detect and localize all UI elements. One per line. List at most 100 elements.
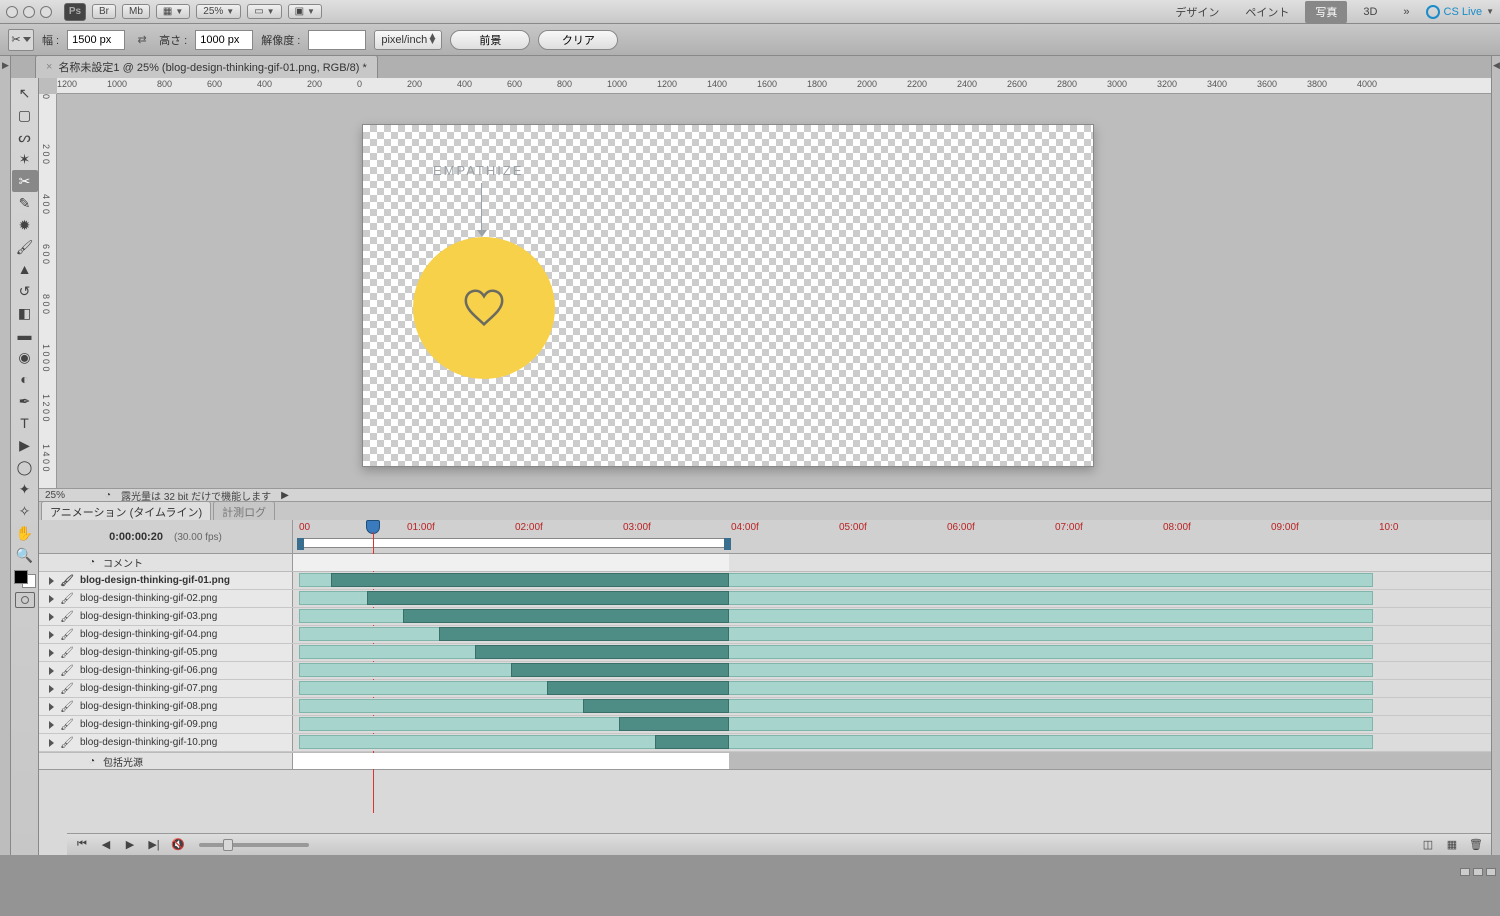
view-extras-menu[interactable]: ▦▼ xyxy=(156,4,190,19)
shape-tool[interactable]: ◯ xyxy=(12,456,38,478)
disclosure-icon[interactable] xyxy=(49,649,54,657)
resolution-input[interactable] xyxy=(308,30,366,50)
spot-heal-tool[interactable]: ✹ xyxy=(12,214,38,236)
clip-dark[interactable] xyxy=(511,663,729,677)
disclosure-icon[interactable] xyxy=(49,721,54,729)
cs-live-button[interactable]: CS Live▼ xyxy=(1426,5,1494,19)
timeline-timecode[interactable]: 0:00:00:20 xyxy=(109,531,163,543)
timeline-track[interactable]: 🖌blog-design-thinking-gif-10.png xyxy=(39,734,1491,752)
status-more-icon[interactable]: ▶ xyxy=(281,490,289,501)
clip-light[interactable] xyxy=(299,699,1373,713)
arrange-docs-menu[interactable]: ▭▼ xyxy=(247,4,281,19)
workspace-more[interactable]: » xyxy=(1393,3,1419,21)
bridge-button[interactable]: Br xyxy=(92,4,116,19)
play-button[interactable]: ▶ xyxy=(121,837,139,853)
clip-dark[interactable] xyxy=(475,645,729,659)
workspace-3d[interactable]: 3D xyxy=(1353,3,1387,21)
disclosure-icon[interactable] xyxy=(49,577,54,585)
clip-dark[interactable] xyxy=(331,573,729,587)
close-dot[interactable] xyxy=(6,6,18,18)
timeline-track[interactable]: 🖌blog-design-thinking-gif-03.png xyxy=(39,608,1491,626)
timeline-track[interactable]: 🖌blog-design-thinking-gif-09.png xyxy=(39,716,1491,734)
timeline-track[interactable]: 🖌blog-design-thinking-gif-05.png xyxy=(39,644,1491,662)
screen-mode-menu[interactable]: ▣▼ xyxy=(288,4,322,19)
next-frame-button[interactable]: ▶| xyxy=(145,837,163,853)
minibridge-button[interactable]: Mb xyxy=(122,4,150,19)
work-area-end-handle[interactable] xyxy=(724,538,731,550)
swap-dims-icon[interactable]: ⇄ xyxy=(133,31,151,49)
dodge-tool[interactable]: ◐ xyxy=(12,368,38,390)
close-tab-icon[interactable]: × xyxy=(46,61,52,73)
vertical-ruler[interactable]: 02 0 04 0 06 0 08 0 01 0 0 01 2 0 01 4 0… xyxy=(39,94,57,488)
width-input[interactable] xyxy=(67,30,125,50)
unit-select[interactable]: pixel/inch▲▼ xyxy=(374,30,442,50)
tab-measure-log[interactable]: 計測ログ xyxy=(213,501,275,522)
onion-skin-button[interactable]: ◫ xyxy=(1419,837,1437,853)
clip-dark[interactable] xyxy=(655,735,729,749)
work-area-bar[interactable] xyxy=(299,538,729,548)
fg-swatch[interactable] xyxy=(14,570,28,584)
clip-light[interactable] xyxy=(299,681,1373,695)
disclosure-icon[interactable] xyxy=(49,703,54,711)
document-canvas[interactable]: EMPATHIZE xyxy=(362,124,1094,467)
timeline-track[interactable]: 🖌blog-design-thinking-gif-01.png xyxy=(39,572,1491,590)
document-tab[interactable]: × 名称未設定1 @ 25% (blog-design-thinking-gif… xyxy=(35,55,378,78)
front-image-button[interactable]: 前景 xyxy=(450,30,530,50)
delete-button[interactable]: 🗑 xyxy=(1467,837,1485,853)
convert-frames-button[interactable]: ▦ xyxy=(1443,837,1461,853)
right-panel-strip[interactable]: ◀ xyxy=(1491,56,1500,855)
clip-dark[interactable] xyxy=(367,591,729,605)
workspace-photo[interactable]: 写真 xyxy=(1305,1,1347,23)
stamp-tool[interactable]: ▲ xyxy=(12,258,38,280)
workspace-paint[interactable]: ペイント xyxy=(1235,1,1299,23)
lasso-tool[interactable]: ᔕ xyxy=(12,126,38,148)
clip-light[interactable] xyxy=(299,717,1373,731)
horizontal-ruler[interactable]: 1200100080060040020002004006008001000120… xyxy=(57,78,1491,94)
disclosure-icon[interactable] xyxy=(49,667,54,675)
tool-preset-crop[interactable]: ✂ xyxy=(8,29,34,51)
eyedropper-tool[interactable]: ✎ xyxy=(12,192,38,214)
brush-tool[interactable]: 🖌 xyxy=(12,236,38,258)
canvas-viewport[interactable]: EMPATHIZE xyxy=(57,94,1491,488)
eraser-tool[interactable]: ◧ xyxy=(12,302,38,324)
gradient-tool[interactable]: ▬ xyxy=(12,324,38,346)
zoom-dot[interactable] xyxy=(40,6,52,18)
timeline-track[interactable]: 🖌blog-design-thinking-gif-04.png xyxy=(39,626,1491,644)
clip-dark[interactable] xyxy=(439,627,729,641)
3d-tool[interactable]: ✦ xyxy=(12,478,38,500)
crop-tool[interactable]: ✂ xyxy=(12,170,38,192)
path-select-tool[interactable]: ▶ xyxy=(12,434,38,456)
workspace-design[interactable]: デザイン xyxy=(1165,1,1229,23)
goto-start-button[interactable]: ⏮ xyxy=(73,837,91,853)
disclosure-icon[interactable] xyxy=(49,595,54,603)
clip-dark[interactable] xyxy=(619,717,729,731)
clear-button[interactable]: クリア xyxy=(538,30,618,50)
timeline-track[interactable]: 🖌blog-design-thinking-gif-07.png xyxy=(39,680,1491,698)
timeline-track[interactable]: 🖌blog-design-thinking-gif-02.png xyxy=(39,590,1491,608)
clip-light[interactable] xyxy=(299,645,1373,659)
marquee-tool[interactable]: ▢ xyxy=(12,104,38,126)
work-area-start-handle[interactable] xyxy=(297,538,304,550)
type-tool[interactable]: T xyxy=(12,412,38,434)
minimize-dot[interactable] xyxy=(23,6,35,18)
prev-frame-button[interactable]: ◀ xyxy=(97,837,115,853)
height-input[interactable] xyxy=(195,30,253,50)
zoom-level-menu[interactable]: 25%▼ xyxy=(196,4,241,19)
audio-toggle-button[interactable]: 🔇 xyxy=(169,837,187,853)
disclosure-icon[interactable] xyxy=(49,685,54,693)
zoom-tool[interactable]: 🔍 xyxy=(12,544,38,566)
disclosure-icon[interactable] xyxy=(49,631,54,639)
hand-tool[interactable]: ✋ xyxy=(12,522,38,544)
blur-tool[interactable]: ◉ xyxy=(12,346,38,368)
clip-dark[interactable] xyxy=(583,699,729,713)
clip-light[interactable] xyxy=(299,663,1373,677)
clip-dark[interactable] xyxy=(547,681,729,695)
disclosure-icon[interactable] xyxy=(49,613,54,621)
pen-tool[interactable]: ✒ xyxy=(12,390,38,412)
disclosure-icon[interactable] xyxy=(49,739,54,747)
color-swatches[interactable] xyxy=(14,570,36,588)
quick-mask-button[interactable] xyxy=(15,592,35,608)
history-brush-tool[interactable]: ↺ xyxy=(12,280,38,302)
left-panel-strip[interactable]: ▶ xyxy=(0,56,11,855)
timeline-track[interactable]: 🖌blog-design-thinking-gif-06.png xyxy=(39,662,1491,680)
